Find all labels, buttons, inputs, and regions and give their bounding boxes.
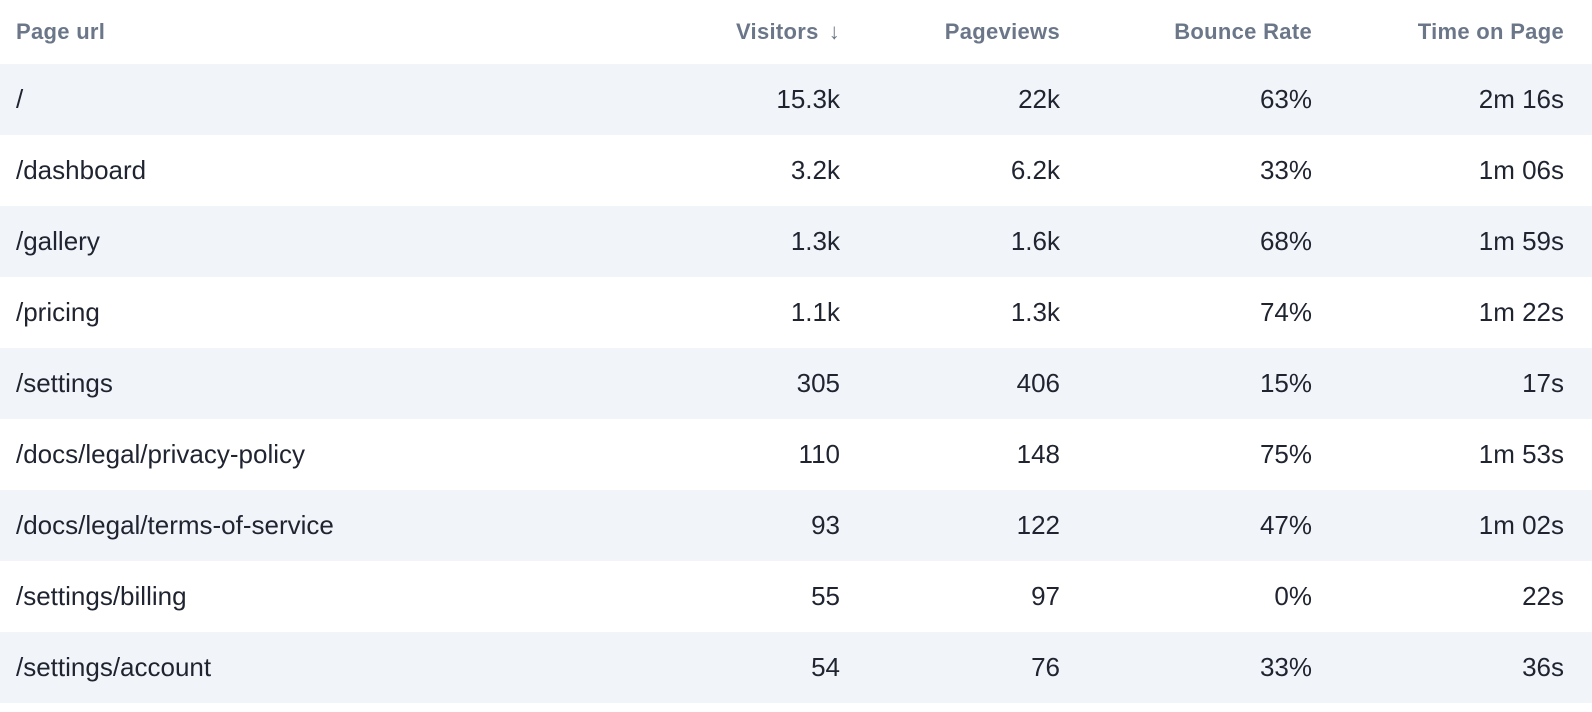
bounce-rate-cell: 33% [1259, 652, 1312, 682]
page-url-cell[interactable]: /settings [0, 368, 700, 399]
bounce-rate-cell: 63% [1259, 84, 1312, 114]
visitors-cell: 3.2k [790, 155, 840, 185]
page-url-cell[interactable]: /docs/legal/privacy-policy [0, 439, 700, 470]
time-on-page-cell: 1m 53s [1478, 439, 1564, 469]
column-header-page-url[interactable]: Page url [0, 19, 668, 45]
visitors-cell: 110 [798, 439, 840, 469]
page-url-cell[interactable]: /settings/account [0, 652, 700, 683]
column-header-pageviews[interactable]: Pageviews [840, 19, 1060, 45]
table-row[interactable]: /settings/billing 55 97 0% 22s [0, 561, 1592, 632]
column-header-label: Visitors [735, 19, 819, 44]
bounce-rate-cell: 15% [1259, 368, 1312, 398]
table-row[interactable]: /docs/legal/privacy-policy 110 148 75% 1… [0, 419, 1592, 490]
page-url-cell[interactable]: /gallery [0, 226, 700, 257]
visitors-cell: 1.1k [790, 297, 840, 327]
visitors-cell: 93 [811, 510, 840, 540]
table-row[interactable]: /pricing 1.1k 1.3k 74% 1m 22s [0, 277, 1592, 348]
column-header-label: Pageviews [944, 19, 1060, 44]
bounce-rate-cell: 0% [1274, 581, 1312, 611]
pageviews-cell: 406 [1016, 368, 1060, 398]
page-url-cell[interactable]: /settings/billing [0, 581, 700, 612]
column-header-label: Bounce Rate [1174, 19, 1312, 44]
bounce-rate-cell: 74% [1259, 297, 1312, 327]
visitors-cell: 1.3k [790, 226, 840, 256]
table-row[interactable]: / 15.3k 22k 63% 2m 16s [0, 64, 1592, 135]
time-on-page-cell: 17s [1522, 368, 1564, 398]
column-header-bounce-rate[interactable]: Bounce Rate [1060, 19, 1312, 45]
column-header-label: Time on Page [1417, 19, 1564, 44]
table-row[interactable]: /settings/account 54 76 33% 36s [0, 632, 1592, 703]
time-on-page-cell: 1m 06s [1478, 155, 1564, 185]
time-on-page-cell: 1m 59s [1478, 226, 1564, 256]
pages-table: Page url Visitors ↓ Pageviews Bounce Rate… [0, 0, 1592, 703]
table-header-row: Page url Visitors ↓ Pageviews Bounce Rate… [0, 0, 1592, 64]
bounce-rate-cell: 75% [1259, 439, 1312, 469]
time-on-page-cell: 22s [1522, 581, 1564, 611]
pageviews-cell: 76 [1031, 652, 1060, 682]
page-url-cell[interactable]: /dashboard [0, 155, 700, 186]
visitors-cell: 305 [796, 368, 840, 398]
column-header-time-on-page[interactable]: Time on Page [1312, 19, 1564, 45]
sort-descending-icon[interactable]: ↓ [829, 19, 840, 45]
pageviews-cell: 97 [1031, 581, 1060, 611]
time-on-page-cell: 2m 16s [1478, 84, 1564, 114]
table-row[interactable]: /gallery 1.3k 1.6k 68% 1m 59s [0, 206, 1592, 277]
page-url-cell[interactable]: /docs/legal/terms-of-service [0, 510, 700, 541]
visitors-cell: 15.3k [776, 84, 840, 114]
page-url-cell[interactable]: /pricing [0, 297, 700, 328]
table-row[interactable]: /settings 305 406 15% 17s [0, 348, 1592, 419]
column-header-visitors[interactable]: Visitors ↓ [668, 19, 840, 45]
pageviews-cell: 1.3k [1010, 297, 1060, 327]
bounce-rate-cell: 47% [1259, 510, 1312, 540]
time-on-page-cell: 1m 22s [1478, 297, 1564, 327]
pageviews-cell: 6.2k [1010, 155, 1060, 185]
time-on-page-cell: 36s [1522, 652, 1564, 682]
pageviews-cell: 1.6k [1010, 226, 1060, 256]
pageviews-cell: 22k [1018, 84, 1060, 114]
time-on-page-cell: 1m 02s [1478, 510, 1564, 540]
visitors-cell: 55 [811, 581, 840, 611]
bounce-rate-cell: 68% [1259, 226, 1312, 256]
visitors-cell: 54 [811, 652, 840, 682]
bounce-rate-cell: 33% [1259, 155, 1312, 185]
column-header-label: Page url [16, 19, 106, 44]
pageviews-cell: 148 [1016, 439, 1060, 469]
table-row[interactable]: /dashboard 3.2k 6.2k 33% 1m 06s [0, 135, 1592, 206]
table-row[interactable]: /docs/legal/terms-of-service 93 122 47% … [0, 490, 1592, 561]
pageviews-cell: 122 [1016, 510, 1060, 540]
page-url-cell[interactable]: / [0, 84, 700, 115]
